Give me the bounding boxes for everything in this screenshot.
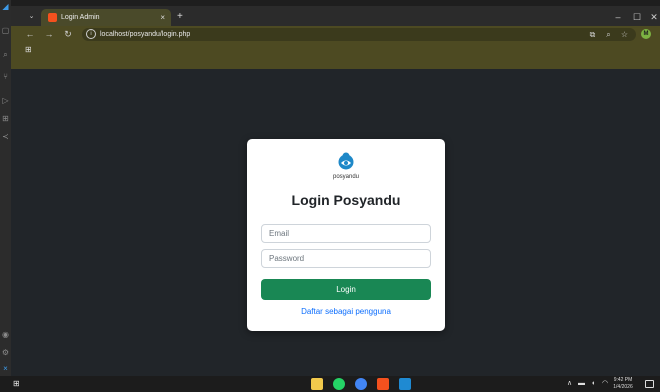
extensions-icon[interactable]: ⊞ (1, 114, 10, 123)
site-info-icon[interactable]: i (86, 29, 96, 39)
page-viewport: posyandu Login Posyandu Login Daftar seb… (11, 69, 660, 376)
login-button[interactable]: Login (261, 279, 431, 300)
tab-strip: ⌄ Login Admin × + – ☐ ✕ (11, 6, 660, 26)
volume-icon[interactable]: ◖ (591, 379, 595, 389)
bookmarks-bar: ⊞ (11, 42, 660, 69)
new-tab-button[interactable]: + (177, 12, 183, 22)
tab-title: Login Admin (61, 14, 100, 21)
page-title: Login Posyandu (291, 192, 401, 208)
back-arrow-icon[interactable]: ← (24, 28, 36, 40)
files-icon[interactable]: ▢ (1, 26, 10, 35)
posyandu-logo-icon (338, 152, 354, 170)
tab-close-icon[interactable]: × (160, 12, 165, 23)
clock-time: 9:42 PM (613, 377, 633, 383)
remote-icon[interactable]: ≺ (1, 132, 10, 141)
register-link[interactable]: Daftar sebagai pengguna (247, 306, 445, 318)
bookmark-star-icon[interactable]: ☆ (619, 29, 630, 40)
chrome-icon[interactable] (355, 378, 367, 390)
remote-status-icon[interactable]: × (1, 364, 10, 373)
close-window-button[interactable]: ✕ (648, 11, 660, 23)
notifications-icon[interactable] (645, 380, 654, 388)
search-icon[interactable]: ⌕ (1, 50, 10, 59)
vscode-icon[interactable]: ◢ (1, 2, 10, 11)
account-icon[interactable]: ◉ (1, 330, 10, 339)
desktop-screen: ◢ ▢ ⌕ ⑂ ▷ ⊞ ≺ ◉ ⚙ × ⌄ Login Admin × + – … (0, 0, 660, 392)
run-debug-icon[interactable]: ▷ (1, 96, 10, 105)
clock-date: 1/4/2026 (613, 384, 633, 390)
file-explorer-icon[interactable] (311, 378, 323, 390)
login-card: posyandu Login Posyandu Login Daftar seb… (247, 139, 445, 331)
maximize-button[interactable]: ☐ (631, 11, 643, 23)
vscode-taskbar-icon[interactable] (399, 378, 411, 390)
tab-search-chevron-icon[interactable]: ⌄ (26, 12, 37, 22)
taskbar: ⊞ ∧ ▬ ◖ ◠ 9:42 PM 1/4/2026 (0, 376, 660, 392)
tab-login-admin[interactable]: Login Admin × (41, 9, 171, 26)
translate-icon[interactable]: ⧉ (587, 29, 598, 40)
whatsapp-icon[interactable] (333, 378, 345, 390)
taskbar-clock[interactable]: 9:42 PM 1/4/2026 (613, 377, 633, 391)
email-field[interactable] (261, 224, 431, 243)
zoom-icon[interactable]: ⌕ (603, 29, 614, 40)
forward-arrow-icon[interactable]: → (43, 28, 55, 40)
source-control-icon[interactable]: ⑂ (1, 72, 10, 81)
profile-avatar[interactable]: M (641, 29, 651, 39)
tray-chevron-up-icon[interactable]: ∧ (567, 379, 572, 389)
site-favicon-icon (48, 13, 57, 22)
reload-icon[interactable]: ↻ (62, 28, 74, 40)
browser-window: ⌄ Login Admin × + – ☐ ✕ ← → ↻ i localhos… (11, 6, 660, 376)
wifi-icon[interactable]: ◠ (602, 379, 608, 389)
tray-app-icon[interactable]: ▬ (578, 379, 585, 389)
minimize-button[interactable]: – (612, 11, 624, 23)
browser-toolbar: ← → ↻ i localhost/posyandu/login.php ⧉ ⌕… (11, 26, 660, 42)
address-bar[interactable]: i localhost/posyandu/login.php ⧉ ⌕ ☆ (82, 28, 636, 41)
windows-start-icon[interactable]: ⊞ (13, 380, 21, 388)
logo-wordmark: posyandu (332, 174, 360, 180)
vscode-activity-bar: ◢ ▢ ⌕ ⑂ ▷ ⊞ ≺ ◉ ⚙ × (0, 0, 11, 376)
address-url[interactable]: localhost/posyandu/login.php (100, 29, 190, 40)
xampp-icon[interactable] (377, 378, 389, 390)
settings-gear-icon[interactable]: ⚙ (1, 348, 10, 357)
password-field[interactable] (261, 249, 431, 268)
apps-grid-icon[interactable]: ⊞ (25, 46, 33, 54)
